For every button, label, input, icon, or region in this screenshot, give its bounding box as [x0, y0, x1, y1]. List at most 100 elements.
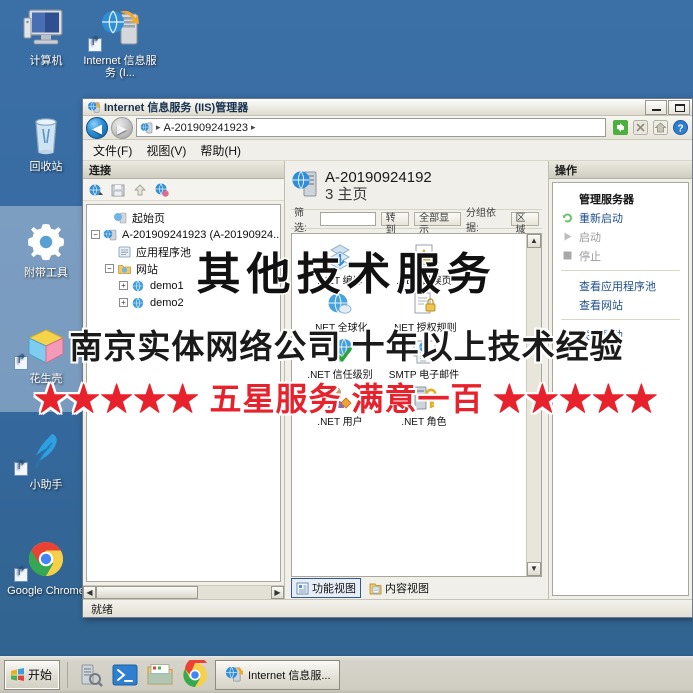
action-start[interactable]: 启动 [553, 227, 688, 246]
menu-item-file[interactable]: 文件(F) [93, 142, 132, 159]
connections-tree[interactable]: 起始页 − A-201909241923 (A-20190924... 应用程序… [86, 204, 281, 582]
feature-net-trust-levels[interactable]: .NET 信任级别 [300, 336, 380, 381]
stop-square-icon [561, 249, 574, 262]
quicklaunch-server-manager[interactable] [75, 660, 105, 690]
action-view-sites[interactable]: 查看网站 [553, 295, 688, 314]
desktop-icon-label: 附带工具 [24, 267, 68, 279]
quicklaunch-chrome[interactable] [180, 659, 210, 690]
feature-smtp-email[interactable]: SMTP 电子邮件 [384, 336, 464, 381]
feature-net-error-pages[interactable]: 404 .NET 错误页 [384, 242, 464, 287]
tree-item-sites[interactable]: − 网站 [91, 260, 278, 277]
help-icon[interactable]: ? [672, 119, 689, 136]
start-button[interactable]: 开始 [4, 659, 61, 690]
disconnect-icon[interactable] [132, 182, 148, 198]
actions-list[interactable]: 管理服务器 重新启动 启动 停止 查看应用程序池 查看网站 联机帮助 [552, 182, 689, 596]
window-titlebar[interactable]: Internet 信息服务 (IIS)管理器 [83, 99, 692, 116]
action-manage-server[interactable]: 管理服务器 [553, 189, 688, 208]
filter-label: 筛选: [294, 208, 307, 234]
action-label: 查看网站 [579, 299, 623, 312]
minimize-icon[interactable] [645, 99, 667, 115]
menu-item-help[interactable]: 帮助(H) [200, 142, 241, 159]
scroll-right-icon[interactable]: ▶ [271, 586, 284, 599]
taskbar[interactable]: 开始 Internet 信息服... [0, 654, 693, 693]
desktop-icon-label: 回收站 [29, 161, 63, 173]
error-pages-icon: 404 [384, 242, 464, 274]
tab-content-view[interactable]: 内容视图 [365, 579, 433, 597]
server-icon [291, 169, 319, 199]
feature-net-users[interactable]: .NET 用户 [300, 383, 380, 428]
tree-item-demo2[interactable]: + demo2 [91, 294, 278, 311]
refresh-icon[interactable] [612, 119, 629, 136]
action-restart[interactable]: 重新启动 [553, 208, 688, 227]
iis-manager-window[interactable]: Internet 信息服务 (IIS)管理器 ◀ ▶ ▸ A-201909241… [82, 98, 693, 618]
address-input[interactable]: ▸ A-201909241923 ▸ [136, 118, 606, 137]
tree-item-server[interactable]: − A-201909241923 (A-20190924... [91, 226, 280, 243]
shortcut-badge-icon [14, 462, 28, 476]
feature-net-roles[interactable]: .NET 角色 [384, 383, 464, 428]
desktop-icon-computer[interactable]: 计算机 [6, 6, 86, 67]
site-icon [131, 279, 146, 293]
scroll-left-icon[interactable]: ◀ [83, 586, 96, 599]
quicklaunch-powershell[interactable] [110, 660, 140, 690]
tree-expander[interactable]: + [119, 281, 128, 290]
scroll-down-icon[interactable]: ▼ [527, 562, 541, 576]
tab-features-view[interactable]: 功能视图 [291, 578, 361, 598]
action-view-app-pools[interactable]: 查看应用程序池 [553, 276, 688, 295]
features-vertical-scrollbar[interactable]: ▲ ▼ [526, 234, 541, 576]
desktop-icon-peanut-shell[interactable]: 花生壳 [6, 324, 86, 385]
tree-item-start-page[interactable]: 起始页 [91, 209, 278, 226]
stop-icon[interactable] [632, 119, 649, 136]
actions-pane: 操作 管理服务器 重新启动 启动 停止 查看应用程序池 查看网站 联机帮助 [548, 161, 692, 599]
desktop-icon-recycle-bin[interactable]: 回收站 [6, 112, 86, 173]
back-button[interactable]: ◀ [86, 116, 108, 139]
feature-net-globalization[interactable]: .NET 全球化 [300, 289, 380, 334]
tree-item-label: 网站 [136, 263, 158, 276]
save-icon[interactable] [110, 182, 126, 198]
filter-toolbar[interactable]: 筛选: 转到 全部显示 分组依据: 区域 [291, 208, 542, 236]
tree-item-app-pools[interactable]: 应用程序池 [91, 243, 278, 260]
taskbar-task-iis-manager[interactable]: Internet 信息服... [215, 659, 340, 690]
desktop-icon-chrome[interactable]: Google Chrome [6, 536, 86, 597]
feature-net-compilation[interactable]: .NET 编译 [300, 242, 380, 287]
desktop-icon-iis-manager[interactable]: Internet 信息服务 (I... [80, 6, 160, 79]
site-icon [131, 296, 146, 310]
connect-icon[interactable] [88, 182, 104, 198]
svg-text:404: 404 [420, 261, 429, 267]
action-label: 管理服务器 [579, 193, 634, 206]
action-stop[interactable]: 停止 [553, 246, 688, 265]
feather-icon [6, 430, 86, 476]
connections-horizontal-scrollbar[interactable]: ◀ ▶ [83, 585, 284, 599]
scrollbar-thumb[interactable] [96, 586, 198, 599]
action-label: 查看应用程序池 [579, 280, 656, 293]
scroll-up-icon[interactable]: ▲ [527, 234, 541, 248]
address-toolbar[interactable]: ◀ ▶ ▸ A-201909241923 ▸ ? [83, 116, 692, 140]
menu-bar[interactable]: 文件(F) 视图(V) 帮助(H) [83, 140, 692, 161]
scrollbar-track[interactable] [96, 586, 271, 599]
view-tabs[interactable]: 功能视图 内容视图 [285, 578, 548, 599]
tree-expander[interactable]: + [119, 298, 128, 307]
action-icon-placeholder [561, 192, 574, 205]
maximize-icon[interactable] [668, 99, 690, 115]
features-grid[interactable]: .NET 编译 404 .NET 错误页 .NET 全球化 .NET 授权规则 … [292, 234, 526, 576]
tree-expander[interactable]: − [91, 230, 100, 239]
tree-expander[interactable]: − [105, 264, 114, 273]
quicklaunch-file-explorer[interactable] [145, 660, 175, 690]
home-icon[interactable] [652, 119, 669, 136]
feature-net-authorization-rules[interactable]: .NET 授权规则 [384, 289, 464, 334]
group-by-select[interactable]: 区域 [510, 212, 539, 236]
menu-item-view[interactable]: 视图(V) [146, 142, 186, 159]
filter-show-all-button[interactable]: 全部显示 [414, 212, 462, 236]
play-icon [561, 230, 574, 243]
sites-folder-icon [117, 262, 132, 276]
action-online-help[interactable]: 联机帮助 [553, 325, 688, 344]
desktop-icon-assistant[interactable]: 小助手 [6, 430, 86, 491]
forward-button[interactable]: ▶ [111, 116, 133, 139]
filter-go-button[interactable]: 转到 [380, 212, 410, 236]
scrollbar-track[interactable] [527, 248, 541, 562]
connect-site-icon[interactable] [154, 182, 170, 198]
filter-input[interactable] [320, 212, 376, 226]
tree-item-demo1[interactable]: + demo1 [91, 277, 278, 294]
connections-toolbar[interactable] [83, 179, 284, 201]
tree-item-label: demo2 [150, 296, 184, 309]
desktop-icon-bundled-tools[interactable]: 附带工具 [6, 218, 86, 279]
